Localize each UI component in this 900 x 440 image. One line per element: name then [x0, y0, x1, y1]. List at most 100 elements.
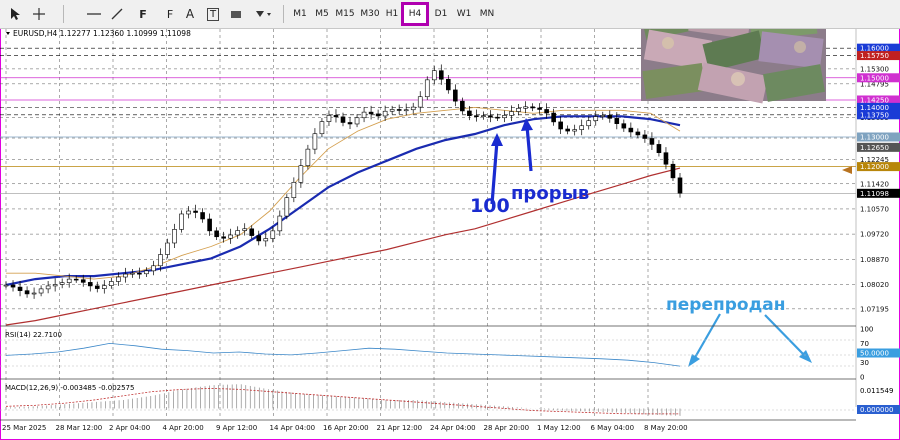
trendline-tool[interactable]	[107, 4, 127, 24]
candle-body	[544, 109, 549, 114]
candle-body	[17, 286, 23, 291]
shapes-dropdown-icon	[256, 11, 271, 17]
price-chart[interactable]: EURUSD,H4 1.12277 1.12360 1.10999 1.1109…	[0, 29, 900, 440]
candle-body	[558, 121, 563, 130]
candle-body	[607, 115, 613, 119]
candle-body	[614, 118, 620, 124]
candle-body	[523, 106, 528, 109]
candle-body	[586, 120, 592, 127]
candle-body	[116, 276, 121, 282]
candle-body	[375, 113, 381, 117]
time-tick-label: 14 Apr 04:00	[270, 424, 316, 432]
candle-body	[52, 284, 58, 287]
header-dropdown-icon[interactable]	[6, 32, 10, 35]
candle-body	[31, 292, 37, 295]
rsi-level-label: 70	[860, 340, 869, 348]
candle-body	[656, 144, 662, 153]
candle-body	[235, 230, 240, 236]
time-tick-label: 4 Apr 20:00	[163, 424, 204, 432]
timeframe-m30[interactable]: M30	[359, 4, 381, 24]
fibonacci-tool[interactable]: F	[133, 4, 153, 24]
timeframe-d1[interactable]: D1	[432, 4, 450, 24]
shapes-dropdown[interactable]	[252, 4, 274, 24]
candle-body	[572, 129, 577, 132]
candle-body	[101, 285, 107, 289]
candle-body	[312, 133, 318, 150]
candle-body	[326, 115, 332, 122]
candle-body	[431, 70, 437, 81]
toolbar-separator	[283, 5, 284, 23]
candle-body	[123, 273, 128, 278]
candle-body	[109, 281, 114, 286]
candle-body	[263, 238, 269, 242]
candle-body	[228, 234, 233, 239]
rsi-label: RSI(14) 22.7100	[5, 331, 62, 339]
price-level-label: 1.15750	[860, 52, 889, 60]
candle-body	[249, 228, 255, 236]
candle-body	[368, 111, 374, 115]
candle-body	[403, 109, 409, 112]
toolbar-separator	[63, 5, 64, 23]
text-label-icon: T	[206, 7, 220, 21]
money-collage-image	[640, 29, 826, 104]
candle-body	[495, 116, 500, 119]
timeframe-h1[interactable]: H1	[384, 4, 400, 24]
price-tick-label: 1.07195	[860, 305, 889, 313]
time-tick-label: 21 Apr 12:00	[377, 424, 423, 432]
candle-body	[66, 278, 72, 283]
macd-zero-label: 0.000000	[860, 406, 893, 414]
candle-body	[579, 125, 585, 130]
candle-body	[305, 148, 311, 167]
horizontal-line-icon	[87, 13, 101, 15]
price-arrow-icon	[842, 166, 852, 174]
candle-body	[38, 288, 44, 294]
candle-body	[446, 78, 451, 91]
candle-body	[389, 109, 395, 112]
price-level-label: 1.12000	[860, 163, 889, 171]
candle-body	[291, 181, 297, 198]
rsi-level-label: 30	[860, 359, 869, 367]
time-tick-label: 25 Mar 2025	[2, 424, 46, 432]
timeframe-m15[interactable]: M15	[334, 4, 356, 24]
rectangle-tool[interactable]	[228, 4, 244, 24]
price-tick-label: 1.09720	[860, 231, 889, 239]
candle-body	[80, 279, 86, 283]
candle-body	[298, 165, 304, 183]
time-tick-label: 9 Apr 12:00	[216, 424, 257, 432]
timeframe-h4[interactable]: H4	[401, 2, 429, 26]
candle-body	[642, 134, 648, 139]
price-level-label: 1.13000	[860, 133, 889, 141]
candle-body	[410, 106, 416, 111]
fibonacci-fan-tool[interactable]: F	[160, 4, 180, 24]
moving-averages	[5, 106, 681, 326]
text-tool[interactable]: A	[182, 4, 198, 24]
candle-body	[179, 213, 184, 230]
candle-body	[488, 115, 493, 118]
time-tick-label: 2 Apr 04:00	[109, 424, 150, 432]
candle-body	[200, 212, 205, 220]
chart-toolbar: F F A T M1 M5 M15 M30 H1 H4 D1 W1 MN	[0, 0, 900, 29]
candle-body	[502, 115, 507, 119]
candle-body	[10, 284, 16, 288]
price-level-label: 1.15000	[860, 74, 889, 82]
timeframe-m1[interactable]: M1	[290, 4, 310, 24]
candle-body	[382, 110, 388, 117]
candle-body	[193, 210, 198, 213]
timeframe-m5[interactable]: M5	[312, 4, 332, 24]
timeframe-mn[interactable]: MN	[477, 4, 497, 24]
rsi-level-label: 100	[860, 326, 873, 334]
candle-body	[94, 285, 100, 289]
crosshair-tool[interactable]	[30, 4, 48, 24]
candle-body	[474, 115, 479, 117]
candle-body	[319, 121, 325, 135]
text-label-tool[interactable]: T	[204, 4, 222, 24]
candle-body	[361, 111, 367, 119]
candle-body	[73, 278, 79, 281]
time-tick-label: 16 Apr 20:00	[323, 424, 369, 432]
candle-body	[670, 163, 676, 179]
horizontal-line-tool[interactable]	[84, 4, 104, 24]
text-icon: A	[185, 7, 195, 21]
timeframe-w1[interactable]: W1	[454, 4, 474, 24]
cursor-tool[interactable]	[6, 4, 24, 24]
time-tick-label: 8 May 20:00	[644, 424, 688, 432]
